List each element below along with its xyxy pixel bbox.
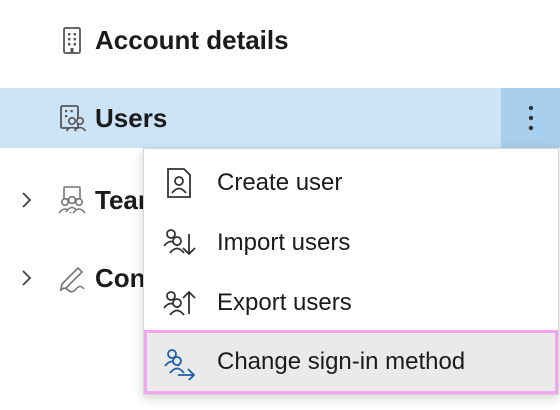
building-icon (63, 27, 81, 54)
menu-item-import-users[interactable]: Import users (144, 212, 558, 272)
more-options-button[interactable] (501, 88, 560, 148)
tree-item-label: Users (95, 103, 168, 133)
people-import-icon (163, 229, 196, 256)
signature-icon (59, 266, 85, 293)
tree-item-label: Tear (95, 185, 148, 215)
people-swap-icon (164, 349, 196, 380)
menu-item-label: Import users (217, 229, 351, 256)
users-building-icon (60, 105, 87, 132)
menu-item-change-sign-in-method[interactable]: Change sign-in method (144, 330, 558, 394)
context-menu: Create user Import users Export users Ch… (143, 148, 559, 395)
menu-item-label: Export users (217, 289, 352, 316)
menu-item-label: Create user (217, 169, 343, 196)
teams-icon (58, 186, 86, 214)
people-export-icon (163, 290, 196, 316)
chevron-right-icon[interactable] (14, 188, 38, 212)
chevron-right-icon[interactable] (14, 266, 38, 290)
menu-item-create-user[interactable]: Create user (144, 152, 558, 212)
tree-item-label: Account details (95, 25, 289, 55)
person-document-icon (167, 168, 191, 198)
more-vertical-icon (528, 105, 534, 131)
tree-item-label: Con (95, 263, 146, 293)
menu-item-export-users[interactable]: Export users (144, 272, 558, 332)
menu-item-label: Change sign-in method (217, 348, 466, 375)
tree-item-users[interactable]: Users (0, 88, 560, 148)
tree-item-account-details[interactable]: Account details (0, 10, 560, 70)
